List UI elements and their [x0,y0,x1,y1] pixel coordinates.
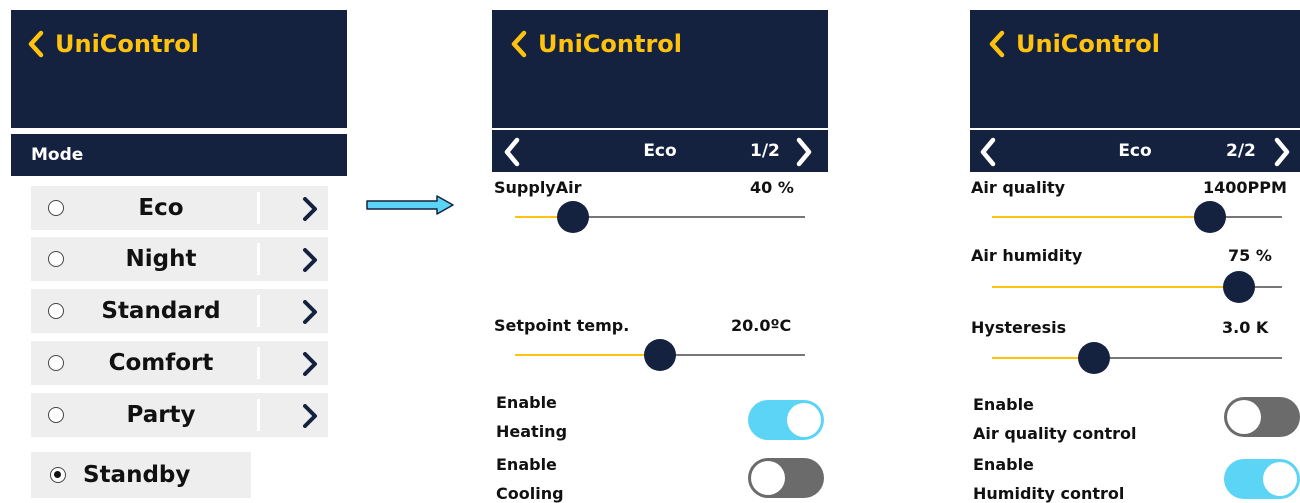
air-quality-control-toggle[interactable] [1224,397,1300,437]
radio-standby[interactable] [50,467,66,483]
mode-item-label: Eco [138,195,184,221]
air-quality-label: Air quality [971,178,1066,197]
flow-arrow-icon [366,195,454,215]
mode-item-eco[interactable]: Eco [31,186,328,230]
slider-knob[interactable] [557,201,589,233]
mode-item-label: Night [125,246,197,272]
supply-air-slider[interactable] [515,201,805,233]
setpoint-temp-label: Setpoint temp. [494,316,630,335]
mode-item-comfort[interactable]: Comfort [31,341,328,385]
air-quality-value: 1400PPM [1203,178,1287,197]
chevron-left-icon [989,30,1005,58]
chevron-right-icon[interactable] [301,352,319,376]
mode-item-standard[interactable]: Standard [31,289,328,333]
label-line: Humidity control [973,484,1125,503]
chevron-left-icon [511,30,527,58]
label-line: Cooling [496,484,564,503]
slider-knob[interactable] [1193,201,1226,233]
slider-knob[interactable] [1077,342,1110,374]
slider-track [660,353,805,356]
air-humidity-value: 75 % [1228,246,1272,265]
next-page-icon[interactable] [794,137,814,167]
mode-title-label: Mode [31,145,84,165]
page-indicator: 2/2 [1226,141,1256,161]
cooling-toggle[interactable] [748,458,824,498]
divider [257,243,260,275]
radio-night[interactable] [48,251,64,267]
mode-item-standby[interactable]: Standby [31,452,251,498]
mode-item-party[interactable]: Party [31,393,328,437]
toggle-thumb [1263,462,1297,496]
radio-standard[interactable] [48,303,64,319]
label-line: Heating [496,422,568,441]
enable-heating-label: Enable Heating [496,388,567,446]
hysteresis-slider[interactable] [992,342,1282,374]
screen3-header: UniControl [970,10,1300,128]
slider-knob[interactable] [1222,271,1255,303]
chevron-right-icon[interactable] [301,197,319,221]
divider [257,399,260,431]
divider [257,347,260,379]
screen1-header: UniControl [11,10,347,128]
mode-pager: Eco 2/2 [970,130,1300,172]
divider [257,295,260,327]
supply-air-label: SupplyAir [494,178,582,197]
hysteresis-label: Hysteresis [971,318,1067,337]
label-line: Enable [973,395,1034,414]
label-line: Enable [496,455,557,474]
slider-fill [992,215,1210,218]
hysteresis-value: 3.0 K [1222,318,1269,337]
chevron-right-icon[interactable] [301,404,319,428]
mode-item-label: Comfort [108,350,214,376]
mode-item-label: Standby [83,462,191,488]
toggle-thumb [751,461,785,495]
toggle-thumb [787,403,821,437]
air-quality-slider[interactable] [992,201,1282,233]
slider-knob[interactable] [644,339,676,371]
chevron-left-icon [28,30,44,58]
slider-track [1093,356,1282,359]
mode-item-label: Party [126,402,196,428]
back-button[interactable]: UniControl [27,30,199,58]
app-title: UniControl [55,30,200,58]
radio-eco[interactable] [48,200,64,216]
enable-cooling-label: Enable Cooling [496,450,564,503]
slider-track [573,215,805,218]
mode-item-night[interactable]: Night [31,237,328,281]
app-title: UniControl [1016,30,1161,58]
enable-humidity-control-label: Enable Humidity control [973,450,1124,503]
setpoint-temp-value: 20.0ºC [731,316,792,335]
chevron-right-icon[interactable] [301,300,319,324]
enable-air-quality-control-label: Enable Air quality control [973,390,1136,448]
label-line: Enable [973,455,1034,474]
next-page-icon[interactable] [1272,137,1292,167]
toggle-thumb [1227,400,1261,434]
mode-section-title: Mode [11,134,347,176]
page-indicator: 1/2 [750,141,780,161]
radio-comfort[interactable] [48,355,64,371]
label-line: Air quality control [973,424,1137,443]
slider-fill [515,353,660,356]
slider-fill [992,285,1239,288]
mode-item-label: Standard [101,298,221,324]
heating-toggle[interactable] [748,400,824,440]
radio-party[interactable] [48,407,64,423]
divider [257,192,260,224]
air-humidity-label: Air humidity [971,246,1083,265]
back-button[interactable]: UniControl [510,30,682,58]
mode-pager: Eco 1/2 [492,130,828,172]
supply-air-value: 40 % [750,178,794,197]
back-button[interactable]: UniControl [988,30,1160,58]
humidity-control-toggle[interactable] [1224,459,1300,499]
label-line: Enable [496,393,557,412]
setpoint-temp-slider[interactable] [515,339,805,371]
app-title: UniControl [538,30,683,58]
screen2-header: UniControl [492,10,828,128]
chevron-right-icon[interactable] [301,248,319,272]
air-humidity-slider[interactable] [992,271,1282,303]
